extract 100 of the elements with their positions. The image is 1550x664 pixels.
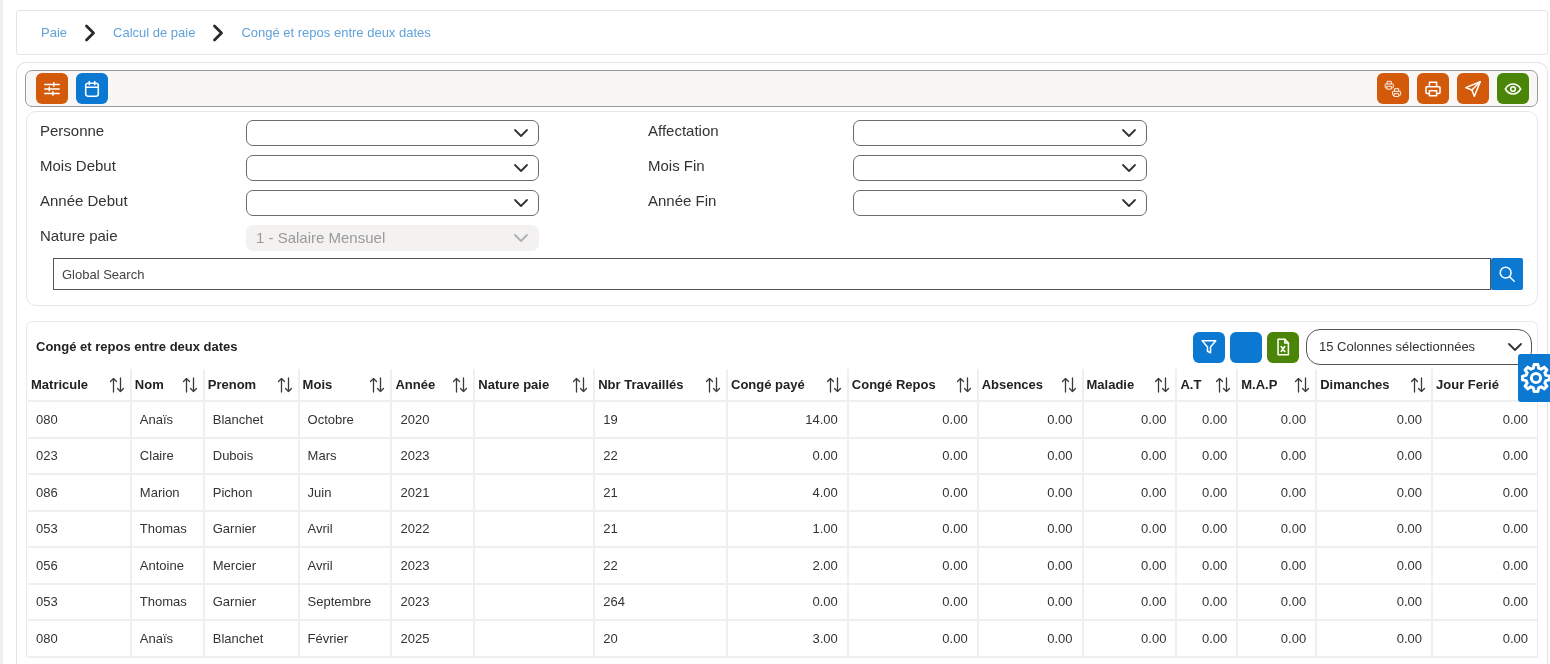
field-label: Mois Fin [648, 156, 706, 176]
table-cell: 0.00 [1082, 510, 1177, 547]
table-cell: 19 [594, 401, 727, 438]
select-field[interactable] [246, 120, 539, 146]
table-cell: 0.00 [847, 474, 978, 511]
sort-icon[interactable] [1294, 376, 1311, 393]
table-cell: 0.00 [847, 401, 978, 438]
select-field[interactable] [853, 155, 1147, 181]
table-cell: 053 [28, 510, 131, 547]
sort-icon[interactable] [1215, 376, 1232, 393]
table-cell: 3.00 [727, 620, 848, 657]
table-cell: Avril [298, 547, 392, 584]
sort-icon[interactable] [452, 376, 469, 393]
chevron-down-icon [1121, 163, 1137, 173]
select-field[interactable] [853, 190, 1147, 216]
table-cell: 2025 [391, 620, 475, 657]
filter-button[interactable] [1193, 331, 1225, 363]
send-button[interactable] [1457, 73, 1489, 104]
search-button[interactable] [1491, 258, 1523, 290]
sort-icon[interactable] [1060, 376, 1077, 393]
column-picker[interactable]: 15 Colonnes sélectionnées [1306, 329, 1532, 365]
field-label: Affectation [648, 121, 720, 141]
table-cell: 21 [594, 474, 727, 511]
table-cell: 080 [28, 401, 131, 438]
printers-button[interactable] [1377, 73, 1409, 104]
chevron-down-icon [1507, 342, 1523, 352]
excel-export-button[interactable] [1267, 331, 1299, 363]
sort-icon[interactable] [369, 376, 386, 393]
sort-icon[interactable] [825, 376, 842, 393]
table-cell: 0.00 [1082, 401, 1177, 438]
table-cell: 0.00 [727, 437, 848, 474]
sort-icon[interactable] [181, 376, 198, 393]
column-header: Jour Ferié [1436, 375, 1499, 394]
table-cell: 2023 [391, 583, 475, 620]
table-cell: 0.00 [977, 620, 1083, 657]
table-cell: 0.00 [977, 437, 1083, 474]
table-cell: 0.00 [977, 474, 1083, 511]
sort-icon[interactable] [1410, 376, 1426, 393]
select-field[interactable] [246, 155, 539, 181]
table-cell: 0.00 [1316, 510, 1432, 547]
table-cell: 0.00 [977, 547, 1083, 584]
column-header: Nom [134, 375, 164, 394]
breadcrumb-link[interactable]: Calcul de paie [113, 22, 196, 43]
table-cell: 0.00 [1082, 620, 1177, 657]
table-cell: 0.00 [1316, 583, 1432, 620]
sort-icon[interactable] [705, 376, 721, 393]
sliders-button[interactable] [36, 73, 68, 104]
field-label: Nature paie [40, 226, 119, 246]
field-label: Mois Debut [40, 156, 117, 176]
column-header: M.A.P [1241, 375, 1278, 394]
table-cell: 0.00 [1237, 547, 1317, 584]
table-cell: 0.00 [1082, 474, 1177, 511]
sort-icon[interactable] [1154, 376, 1171, 393]
calendar-button[interactable] [76, 73, 108, 104]
view-button[interactable] [1497, 73, 1529, 104]
table-cell: 0.00 [727, 583, 848, 620]
table-cell: 264 [594, 583, 727, 620]
table-cell: Pichon [203, 474, 299, 511]
table-cell: 0.00 [977, 401, 1083, 438]
table-cell: Antoine [130, 547, 204, 584]
table-cell: 2.00 [727, 547, 848, 584]
print-button[interactable] [1417, 73, 1449, 104]
table-cell: 053 [28, 583, 131, 620]
column-header: Absences [981, 375, 1044, 394]
column-header: Dimanches [1320, 375, 1390, 394]
table-cell: Garnier [203, 510, 299, 547]
settings-button[interactable] [1518, 354, 1550, 402]
column-header: Maladie [1086, 375, 1135, 394]
sort-icon[interactable] [955, 376, 972, 393]
column-header: Matricule [31, 375, 89, 394]
table-cell: Garnier [203, 583, 299, 620]
breadcrumb-link[interactable]: Paie [41, 22, 68, 43]
chevron-right-icon [212, 23, 225, 42]
sort-icon[interactable] [572, 376, 589, 393]
chevron-down-icon [513, 128, 529, 138]
select-field[interactable] [246, 190, 539, 216]
breadcrumb-link[interactable]: Congé et repos entre deux dates [241, 22, 431, 43]
table-cell: 0.00 [1176, 583, 1238, 620]
sort-icon[interactable] [276, 376, 293, 393]
sort-icon[interactable] [108, 376, 125, 393]
table-cell: Juin [298, 474, 392, 511]
printers-icon [1384, 79, 1402, 98]
table-title: Congé et repos entre deux dates [36, 338, 238, 357]
table-cell: 0.00 [1176, 620, 1238, 657]
column-header: Année [395, 375, 436, 394]
table-cell: 0.00 [1176, 547, 1238, 584]
chevron-right-icon [84, 23, 97, 42]
table-cell: 22 [594, 547, 727, 584]
select-field[interactable] [853, 120, 1147, 146]
table-cell: 0.00 [847, 620, 978, 657]
table-cell: 20 [594, 620, 727, 657]
table-cell: Mars [298, 437, 392, 474]
table-cell: 0.00 [1082, 437, 1177, 474]
search-field[interactable]: Global Search [53, 258, 1491, 290]
table-cell: 086 [28, 474, 131, 511]
table-cell: 2021 [391, 474, 475, 511]
table-cell: 0.00 [1316, 437, 1432, 474]
empty-button[interactable] [1230, 331, 1262, 363]
table-cell: 080 [28, 620, 131, 657]
table-cell: 21 [594, 510, 727, 547]
